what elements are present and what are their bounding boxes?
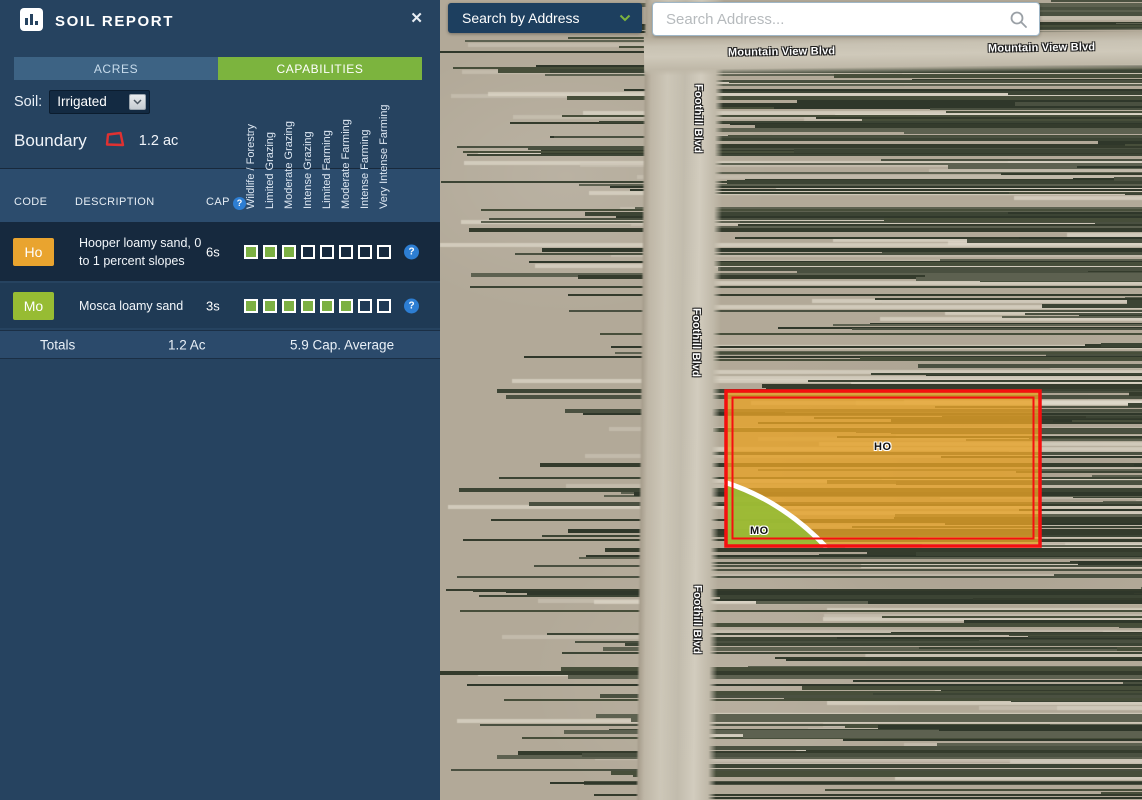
report-tabs: ACRES CAPABILITIES	[14, 57, 422, 80]
capability-square-empty	[320, 245, 334, 259]
column-header-cap: CAP	[206, 196, 230, 208]
panel-title: SOIL REPORT	[55, 13, 174, 30]
panel-header: SOIL REPORT ✕	[0, 0, 440, 44]
capability-square-empty	[377, 299, 391, 313]
boundary-label: Boundary	[14, 131, 87, 151]
capability-square-filled	[301, 299, 315, 313]
capability-column-header: Wildlife / Forestry	[243, 83, 259, 209]
soil-table-row[interactable]: Ho Hooper loamy sand, 0 to 1 percent slop…	[0, 222, 440, 281]
cap-value: 3s	[206, 298, 220, 313]
column-header-description: DESCRIPTION	[75, 196, 155, 208]
boundary-row: Boundary 1.2 ac	[14, 128, 178, 154]
totals-label: Totals	[40, 337, 75, 352]
soil-table-row[interactable]: Mo Mosca loamy sand3s?	[0, 283, 440, 328]
road-label-mountain-view-blvd: Mountain View Blvd	[728, 45, 835, 58]
soil-select[interactable]: Irrigated	[49, 90, 150, 114]
soil-description: Hooper loamy sand, 0 to 1 percent slopes	[79, 233, 205, 269]
capability-square-empty	[339, 245, 353, 259]
row-help-icon[interactable]: ?	[404, 244, 419, 259]
capability-square-filled	[263, 245, 277, 259]
capability-column-header: Moderate Farming	[338, 83, 354, 209]
soil-code-badge: Mo	[13, 292, 54, 320]
soil-report-app: Mountain View Blvd Mountain View Blvd Foot…	[0, 0, 1142, 800]
parcel-polygon	[724, 389, 1042, 548]
capability-squares	[244, 299, 391, 313]
soil-filter-row: Soil: Irrigated	[14, 89, 150, 114]
bar-chart-icon	[20, 8, 43, 31]
search-icon[interactable]	[1009, 10, 1029, 30]
capability-square-empty	[301, 245, 315, 259]
totals-acres: 1.2 Ac	[168, 337, 206, 352]
road-label-mountain-view-blvd: Mountain View Blvd	[988, 41, 1095, 54]
totals-cap-average: 5.9 Cap. Average	[290, 337, 394, 352]
capability-square-filled	[244, 245, 258, 259]
address-search-field	[652, 2, 1040, 36]
capability-square-filled	[282, 245, 296, 259]
parcel-boundary-overlay[interactable]: HO MO	[724, 389, 1042, 548]
capability-square-filled	[339, 299, 353, 313]
road-label-foothill-blvd: Foothill Blvd	[691, 585, 704, 654]
soil-table-header: CODE DESCRIPTION CAP ?	[0, 168, 440, 222]
search-mode-label: Search by Address	[448, 10, 619, 26]
capability-square-empty	[358, 299, 372, 313]
tab-capabilities[interactable]: CAPABILITIES	[218, 57, 422, 80]
capability-column-header: Intense Farming	[357, 83, 373, 209]
capability-column-header: Moderate Grazing	[281, 83, 297, 209]
capability-squares	[244, 245, 391, 259]
road-label-foothill-blvd: Foothill Blvd	[692, 84, 705, 153]
search-input[interactable]	[653, 3, 1039, 35]
capability-square-filled	[244, 299, 258, 313]
capability-square-filled	[320, 299, 334, 313]
column-header-code: CODE	[14, 196, 47, 208]
capability-column-header: Limited Grazing	[262, 83, 278, 209]
satellite-map[interactable]: Mountain View Blvd Mountain View Blvd Foot…	[440, 0, 1142, 800]
soil-report-panel: SOIL REPORT ✕ ACRES CAPABILITIES Soil: I…	[0, 0, 440, 800]
cap-value: 6s	[206, 244, 220, 259]
tab-acres[interactable]: ACRES	[14, 57, 218, 80]
capability-column-header: Intense Grazing	[300, 83, 316, 209]
chevron-down-icon	[129, 94, 146, 110]
row-help-icon[interactable]: ?	[404, 298, 419, 313]
parcel-soil-label: HO	[874, 441, 892, 453]
soil-description: Mosca loamy sand	[79, 296, 205, 314]
boundary-area: 1.2 ac	[139, 133, 179, 149]
chevron-down-icon	[619, 14, 631, 22]
capability-square-filled	[282, 299, 296, 313]
red-polygon-icon[interactable]	[103, 130, 126, 154]
soil-table-body: Ho Hooper loamy sand, 0 to 1 percent slop…	[0, 222, 440, 330]
capability-column-header: Very Intense Farming	[376, 83, 392, 209]
close-icon[interactable]: ✕	[410, 9, 423, 27]
soil-label: Soil:	[14, 94, 42, 110]
capability-column-header: Limited Farming	[319, 83, 335, 209]
totals-row: Totals 1.2 Ac 5.9 Cap. Average	[0, 330, 440, 359]
soil-select-value: Irrigated	[57, 94, 107, 109]
soil-code-badge: Ho	[13, 238, 54, 266]
search-mode-dropdown[interactable]: Search by Address	[448, 3, 642, 33]
road-label-foothill-blvd: Foothill Blvd	[690, 308, 703, 377]
road-foothill-blvd	[636, 0, 725, 800]
capability-square-empty	[358, 245, 372, 259]
capability-square-filled	[263, 299, 277, 313]
capability-square-empty	[377, 245, 391, 259]
parcel-soil-label: MO	[750, 525, 769, 537]
